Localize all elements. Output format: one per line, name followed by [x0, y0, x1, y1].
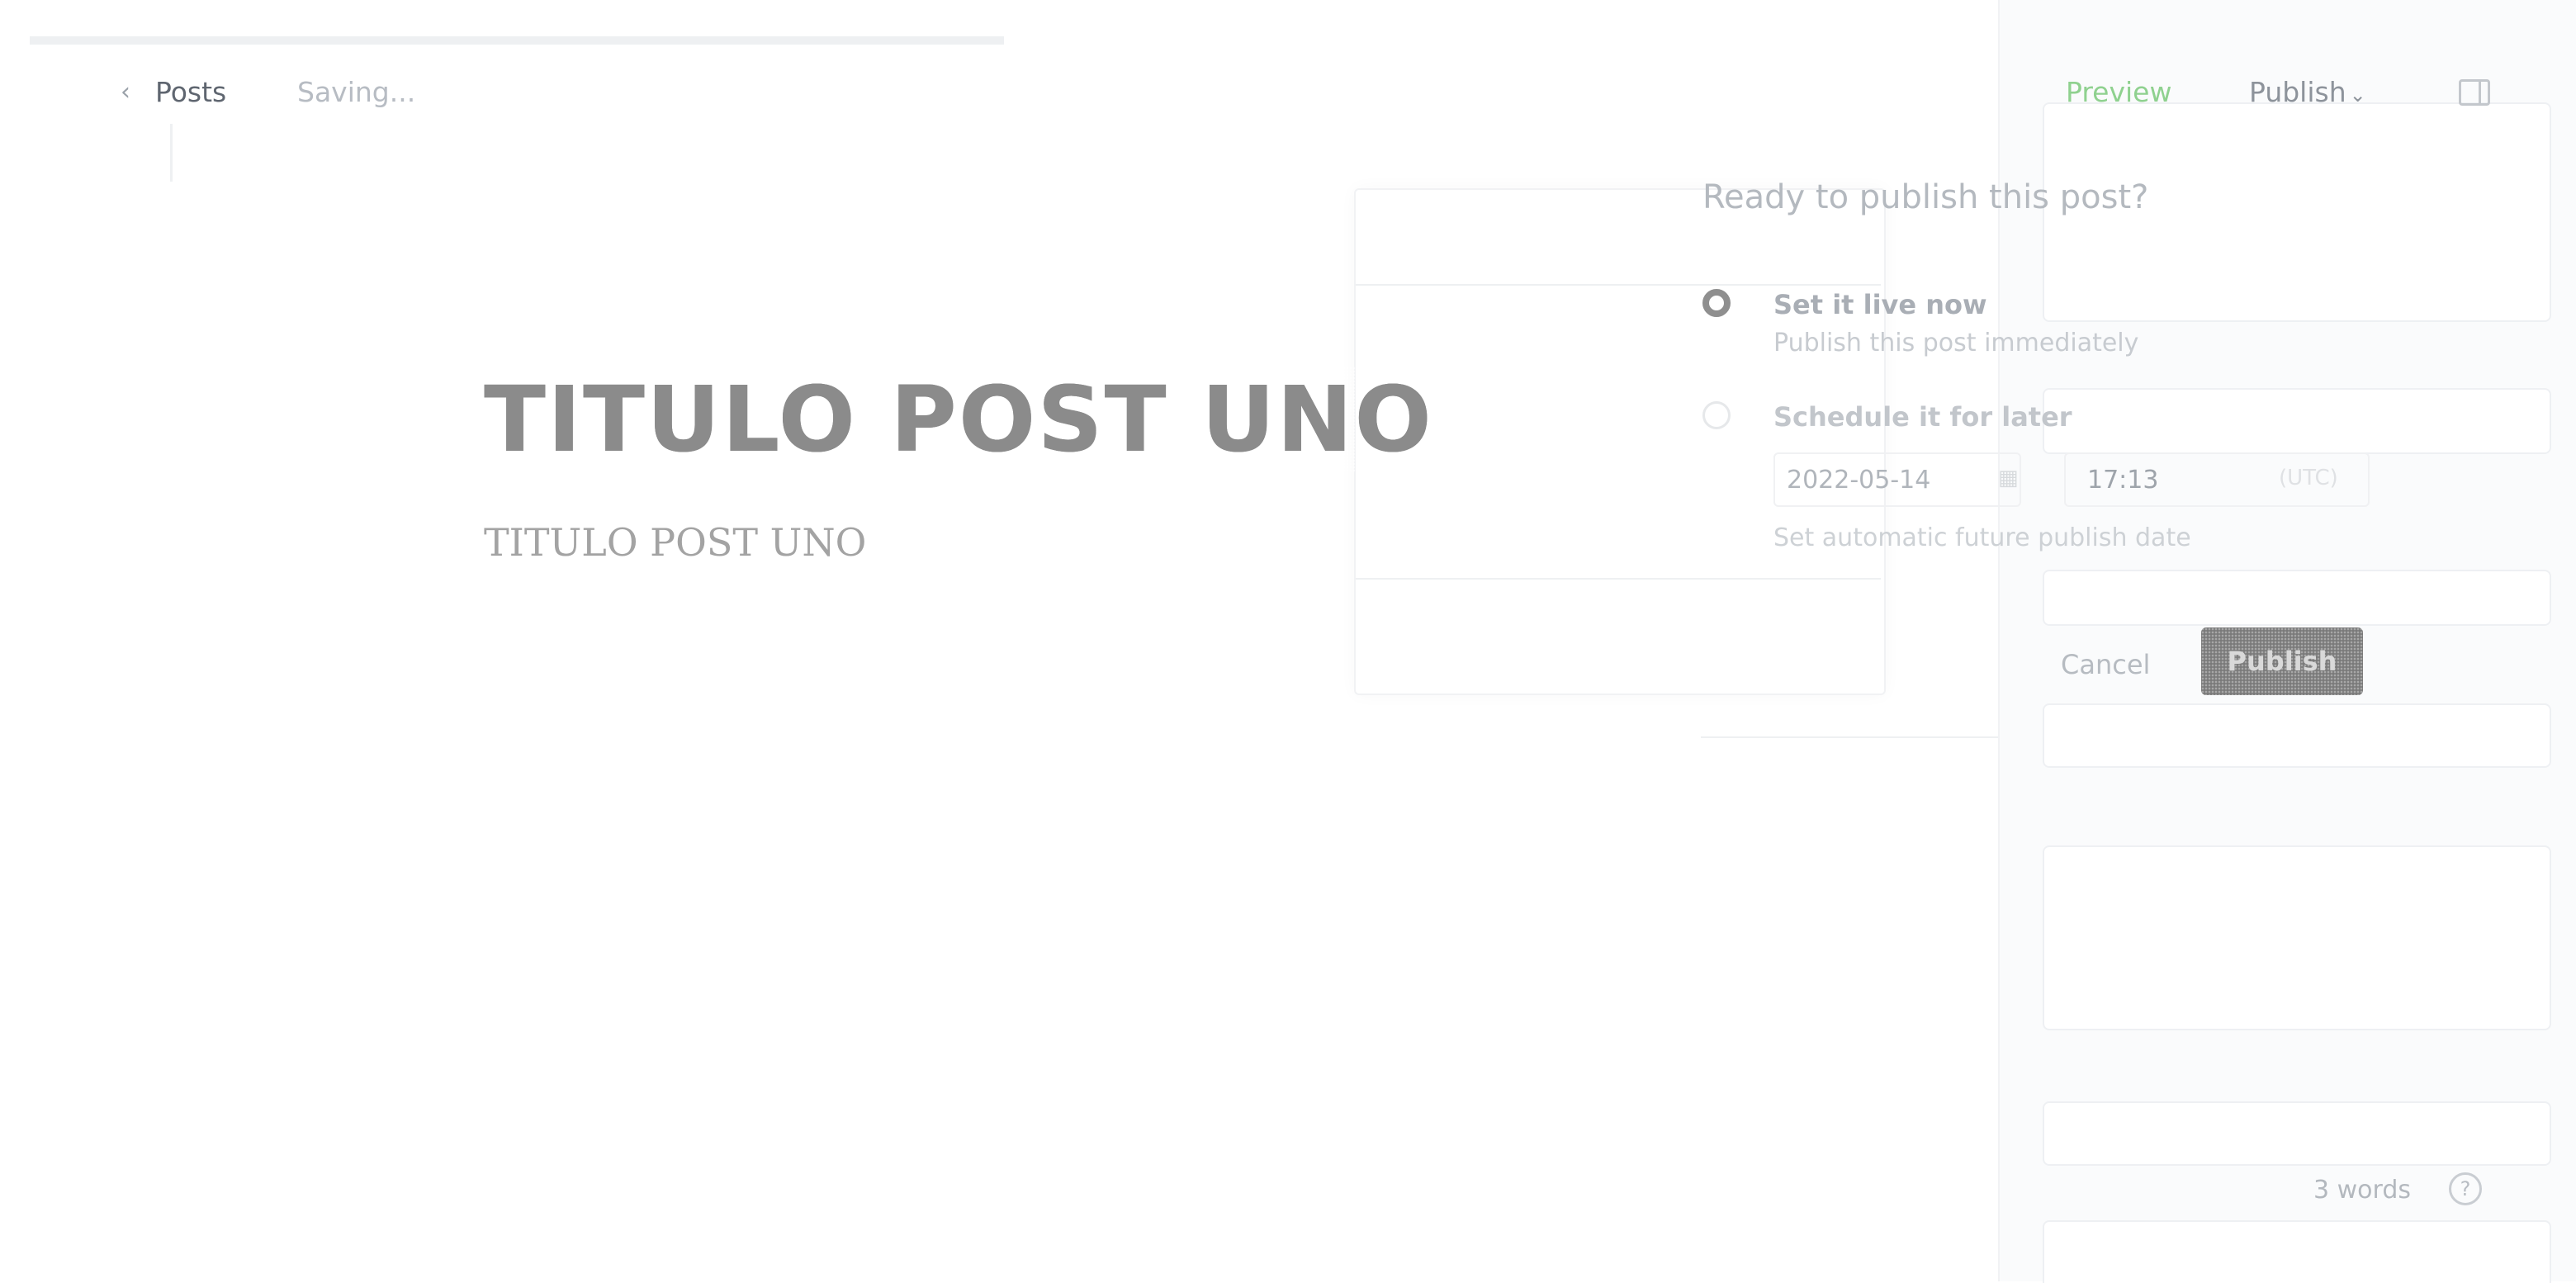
- back-to-posts-link[interactable]: Posts: [155, 76, 226, 108]
- settings-field: [2043, 388, 2551, 454]
- settings-field: [2043, 570, 2551, 626]
- schedule-hint: Set automatic future publish date: [1773, 523, 2191, 552]
- ghost-line: [1356, 284, 1881, 286]
- save-status: Saving...: [297, 76, 416, 108]
- preview-button[interactable]: Preview: [2066, 76, 2171, 108]
- ghost-line: [30, 36, 1004, 45]
- post-title[interactable]: TITULO POST UNO: [484, 367, 1433, 472]
- option-set-live-title[interactable]: Set it live now: [1773, 289, 1987, 320]
- ghost-line: [170, 124, 173, 182]
- radio-schedule-later[interactable]: [1702, 401, 1731, 429]
- date-value: 2022-05-14: [1787, 466, 1931, 495]
- settings-field: [2043, 1220, 2551, 1283]
- option-set-live-description: Publish this post immediately: [1773, 329, 2139, 357]
- settings-field: [2043, 1101, 2551, 1166]
- settings-field: [2043, 703, 2551, 768]
- word-count: 3 words: [2313, 1176, 2411, 1205]
- time-value: 17:13: [2087, 466, 2159, 495]
- publish-button[interactable]: Publish: [2201, 627, 2363, 695]
- calendar-icon[interactable]: ▦: [1998, 466, 2019, 490]
- option-schedule-title[interactable]: Schedule it for later: [1773, 401, 2072, 433]
- help-icon[interactable]: ?: [2449, 1172, 2482, 1205]
- ghost-panel: [1354, 188, 1886, 695]
- radio-set-live-now[interactable]: [1702, 289, 1731, 317]
- timezone-label: (UTC): [2279, 466, 2338, 490]
- cancel-button[interactable]: Cancel: [2061, 649, 2150, 680]
- chevron-left-icon[interactable]: ‹: [121, 78, 130, 107]
- ghost-line: [1356, 578, 1881, 580]
- chevron-down-icon: ⌄: [2349, 83, 2366, 107]
- publish-dropdown-button[interactable]: Publish ⌄: [2249, 76, 2366, 108]
- post-body[interactable]: TITULO POST UNO: [484, 520, 866, 565]
- settings-field: [2043, 845, 2551, 1030]
- sidebar-toggle-icon[interactable]: [2459, 79, 2490, 106]
- publish-dropdown-label: Publish: [2249, 76, 2346, 108]
- publish-menu-heading: Ready to publish this post?: [1702, 178, 2149, 216]
